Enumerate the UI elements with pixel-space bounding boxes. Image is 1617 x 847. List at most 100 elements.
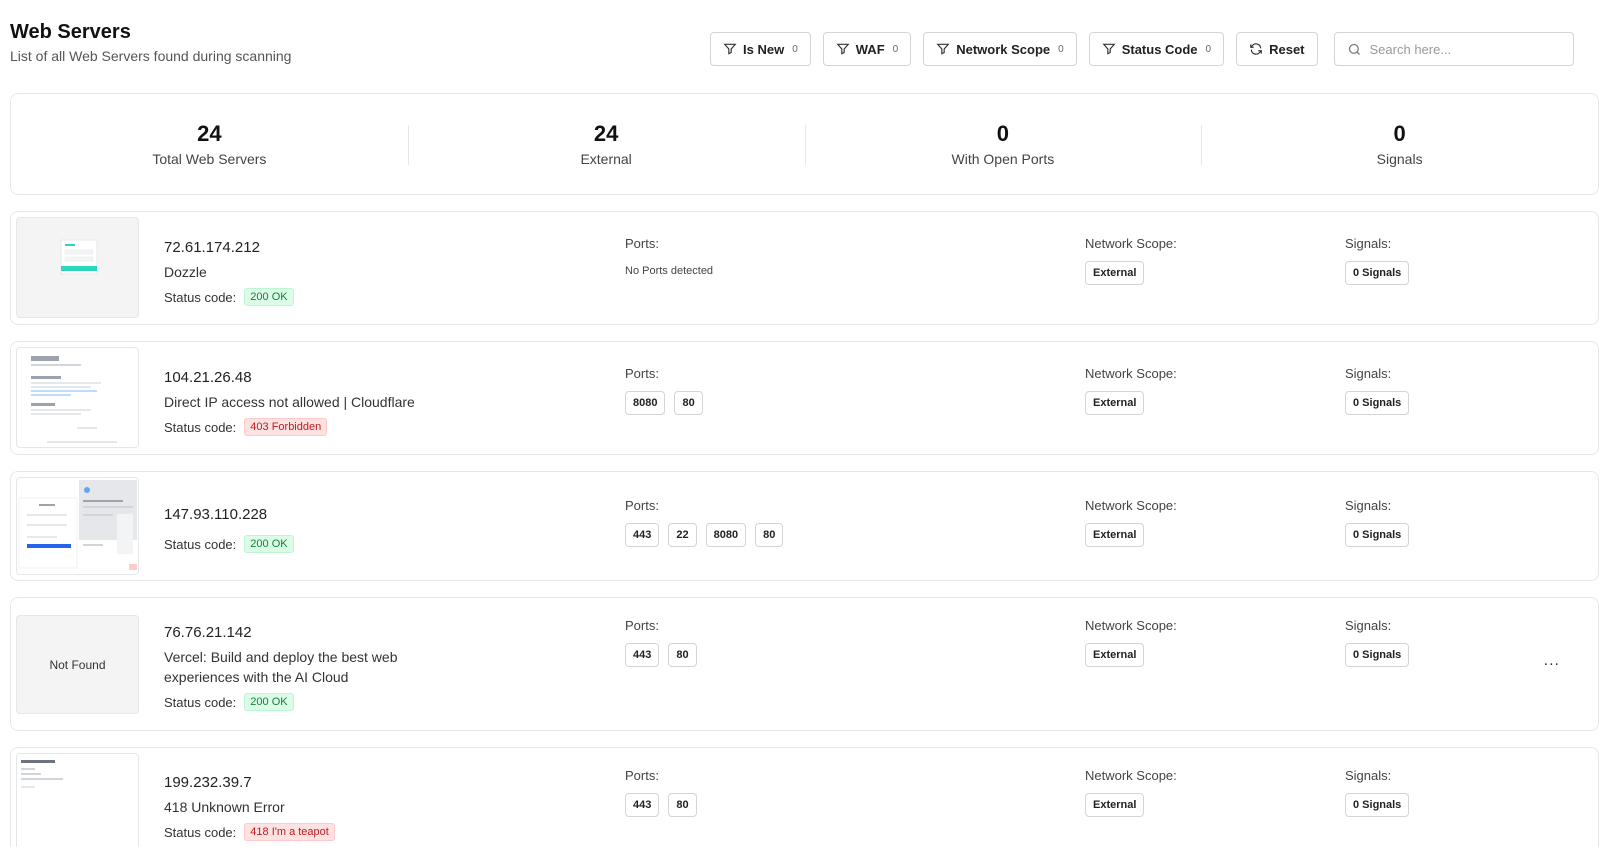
- stat-label: Signals: [1376, 151, 1423, 167]
- signals-label: Signals:: [1345, 366, 1392, 381]
- web-server-card[interactable]: 72.61.174.212 Dozzle Status code: 200 OK…: [10, 211, 1599, 325]
- port-tag: 80: [668, 793, 697, 817]
- search-icon: [1348, 43, 1360, 55]
- network-scope-column: Network Scope: External: [1085, 236, 1177, 285]
- network-scope-column: Network Scope: External: [1085, 366, 1177, 415]
- filter-count: 0: [1205, 43, 1212, 55]
- reset-button[interactable]: Reset: [1236, 32, 1318, 66]
- error-page-preview: [21, 760, 63, 788]
- stat-label: With Open Ports: [951, 151, 1055, 167]
- screenshot-thumbnail[interactable]: [16, 753, 139, 847]
- filter-network-scope-button[interactable]: Network Scope 0: [923, 32, 1077, 66]
- server-ip[interactable]: 104.21.26.48: [164, 369, 464, 386]
- network-scope-label: Network Scope:: [1085, 236, 1177, 251]
- stats-panel: 24 Total Web Servers 24 External 0 With …: [10, 93, 1599, 195]
- status-badge: 418 I'm a teapot: [244, 823, 335, 841]
- filter-count: 0: [892, 43, 899, 55]
- ports-column: Ports: 443 80: [625, 768, 697, 817]
- network-scope-label: Network Scope:: [1085, 768, 1177, 783]
- status-row: Status code: 200 OK: [164, 288, 424, 306]
- scope-tag: External: [1085, 391, 1145, 415]
- screenshot-thumbnail[interactable]: [16, 347, 139, 448]
- stat-value: 0: [996, 121, 1009, 146]
- login-page-preview: [60, 239, 98, 275]
- status-row: Status code: 418 I'm a teapot: [164, 823, 424, 841]
- web-server-card[interactable]: 147.93.110.228 Status code: 200 OK Ports…: [10, 471, 1599, 581]
- server-ip[interactable]: 147.93.110.228: [164, 506, 294, 523]
- error-page-preview: [31, 356, 117, 443]
- stat-value: 24: [593, 121, 619, 146]
- stat-value: 0: [1393, 121, 1406, 146]
- search-input[interactable]: [1369, 41, 1560, 57]
- stat-total-web-servers: 24 Total Web Servers: [11, 121, 408, 167]
- signals-tag[interactable]: 0 Signals: [1345, 643, 1410, 667]
- stat-signals: 0 Signals: [1201, 121, 1598, 167]
- reset-label: Reset: [1269, 41, 1305, 57]
- page-title: Web Servers: [10, 21, 131, 43]
- port-tag: 443: [625, 523, 660, 547]
- status-badge: 200 OK: [244, 288, 294, 306]
- ports-label: Ports:: [625, 236, 659, 251]
- port-tag: 8080: [705, 523, 747, 547]
- port-tag: 22: [668, 523, 697, 547]
- server-info: 199.232.39.7 418 Unknown Error Status co…: [164, 774, 424, 841]
- server-ip[interactable]: 76.76.21.142: [164, 624, 414, 641]
- server-info: 147.93.110.228 Status code: 200 OK: [164, 506, 294, 553]
- web-server-card[interactable]: 104.21.26.48 Direct IP access not allowe…: [10, 341, 1599, 455]
- signals-column: Signals: 0 Signals: [1345, 236, 1410, 285]
- server-ip[interactable]: 72.61.174.212: [164, 239, 424, 256]
- filter-icon: [1102, 43, 1116, 55]
- screenshot-thumbnail[interactable]: Not Found: [16, 615, 139, 714]
- server-title: 418 Unknown Error: [164, 799, 285, 815]
- ports-label: Ports:: [625, 498, 659, 513]
- web-server-card[interactable]: 199.232.39.7 418 Unknown Error Status co…: [10, 747, 1599, 847]
- port-tag: 80: [674, 391, 703, 415]
- filter-status-code-button[interactable]: Status Code 0: [1088, 32, 1225, 66]
- signals-column: Signals: 0 Signals: [1345, 618, 1410, 667]
- status-code-label: Status code:: [164, 694, 237, 710]
- signals-column: Signals: 0 Signals: [1345, 768, 1410, 817]
- signals-column: Signals: 0 Signals: [1345, 366, 1410, 415]
- server-ip[interactable]: 199.232.39.7: [164, 774, 424, 791]
- server-info: 104.21.26.48 Direct IP access not allowe…: [164, 369, 464, 436]
- filter-label: Is New: [743, 41, 785, 57]
- port-tag: 8080: [625, 391, 666, 415]
- filter-icon: [936, 43, 950, 55]
- filter-count: 0: [1058, 43, 1064, 55]
- status-row: Status code: 200 OK: [164, 693, 414, 711]
- stat-label: Total Web Servers: [152, 151, 267, 167]
- page-subtitle: List of all Web Servers found during sca…: [10, 48, 292, 64]
- ports-column: Ports: 8080 80: [625, 366, 703, 415]
- stat-external: 24 External: [407, 121, 805, 167]
- scope-tag: External: [1085, 643, 1145, 667]
- server-info: 72.61.174.212 Dozzle Status code: 200 OK: [164, 239, 424, 306]
- dashboard-page-preview: [18, 480, 137, 570]
- signals-label: Signals:: [1345, 236, 1392, 251]
- search-box: [1333, 32, 1574, 66]
- signals-tag[interactable]: 0 Signals: [1345, 261, 1410, 285]
- signals-tag[interactable]: 0 Signals: [1345, 793, 1410, 817]
- status-row: Status code: 200 OK: [164, 535, 294, 553]
- port-tag: 80: [668, 643, 697, 667]
- filter-icon: [836, 43, 850, 55]
- screenshot-thumbnail[interactable]: [16, 217, 139, 318]
- filter-is-new-button[interactable]: Is New 0: [710, 32, 811, 66]
- more-options-icon[interactable]: ...: [1544, 652, 1560, 670]
- ports-column: Ports: No Ports detected: [625, 236, 713, 277]
- network-scope-label: Network Scope:: [1085, 366, 1177, 381]
- web-server-card[interactable]: Not Found 76.76.21.142 Vercel: Build and…: [10, 597, 1599, 731]
- filter-waf-button[interactable]: WAF 0: [822, 32, 912, 66]
- filter-icon: [723, 43, 737, 55]
- network-scope-column: Network Scope: External: [1085, 618, 1177, 667]
- signals-tag[interactable]: 0 Signals: [1345, 523, 1410, 547]
- port-tag: 443: [625, 643, 660, 667]
- signals-tag[interactable]: 0 Signals: [1345, 391, 1410, 415]
- ports-column: Ports: 443 80: [625, 618, 697, 667]
- status-code-label: Status code:: [164, 536, 237, 552]
- status-badge: 200 OK: [244, 693, 294, 711]
- status-code-label: Status code:: [164, 289, 237, 305]
- screenshot-thumbnail[interactable]: [16, 477, 139, 575]
- status-code-label: Status code:: [164, 419, 237, 435]
- port-tag: 80: [755, 523, 784, 547]
- server-title: Dozzle: [164, 264, 207, 280]
